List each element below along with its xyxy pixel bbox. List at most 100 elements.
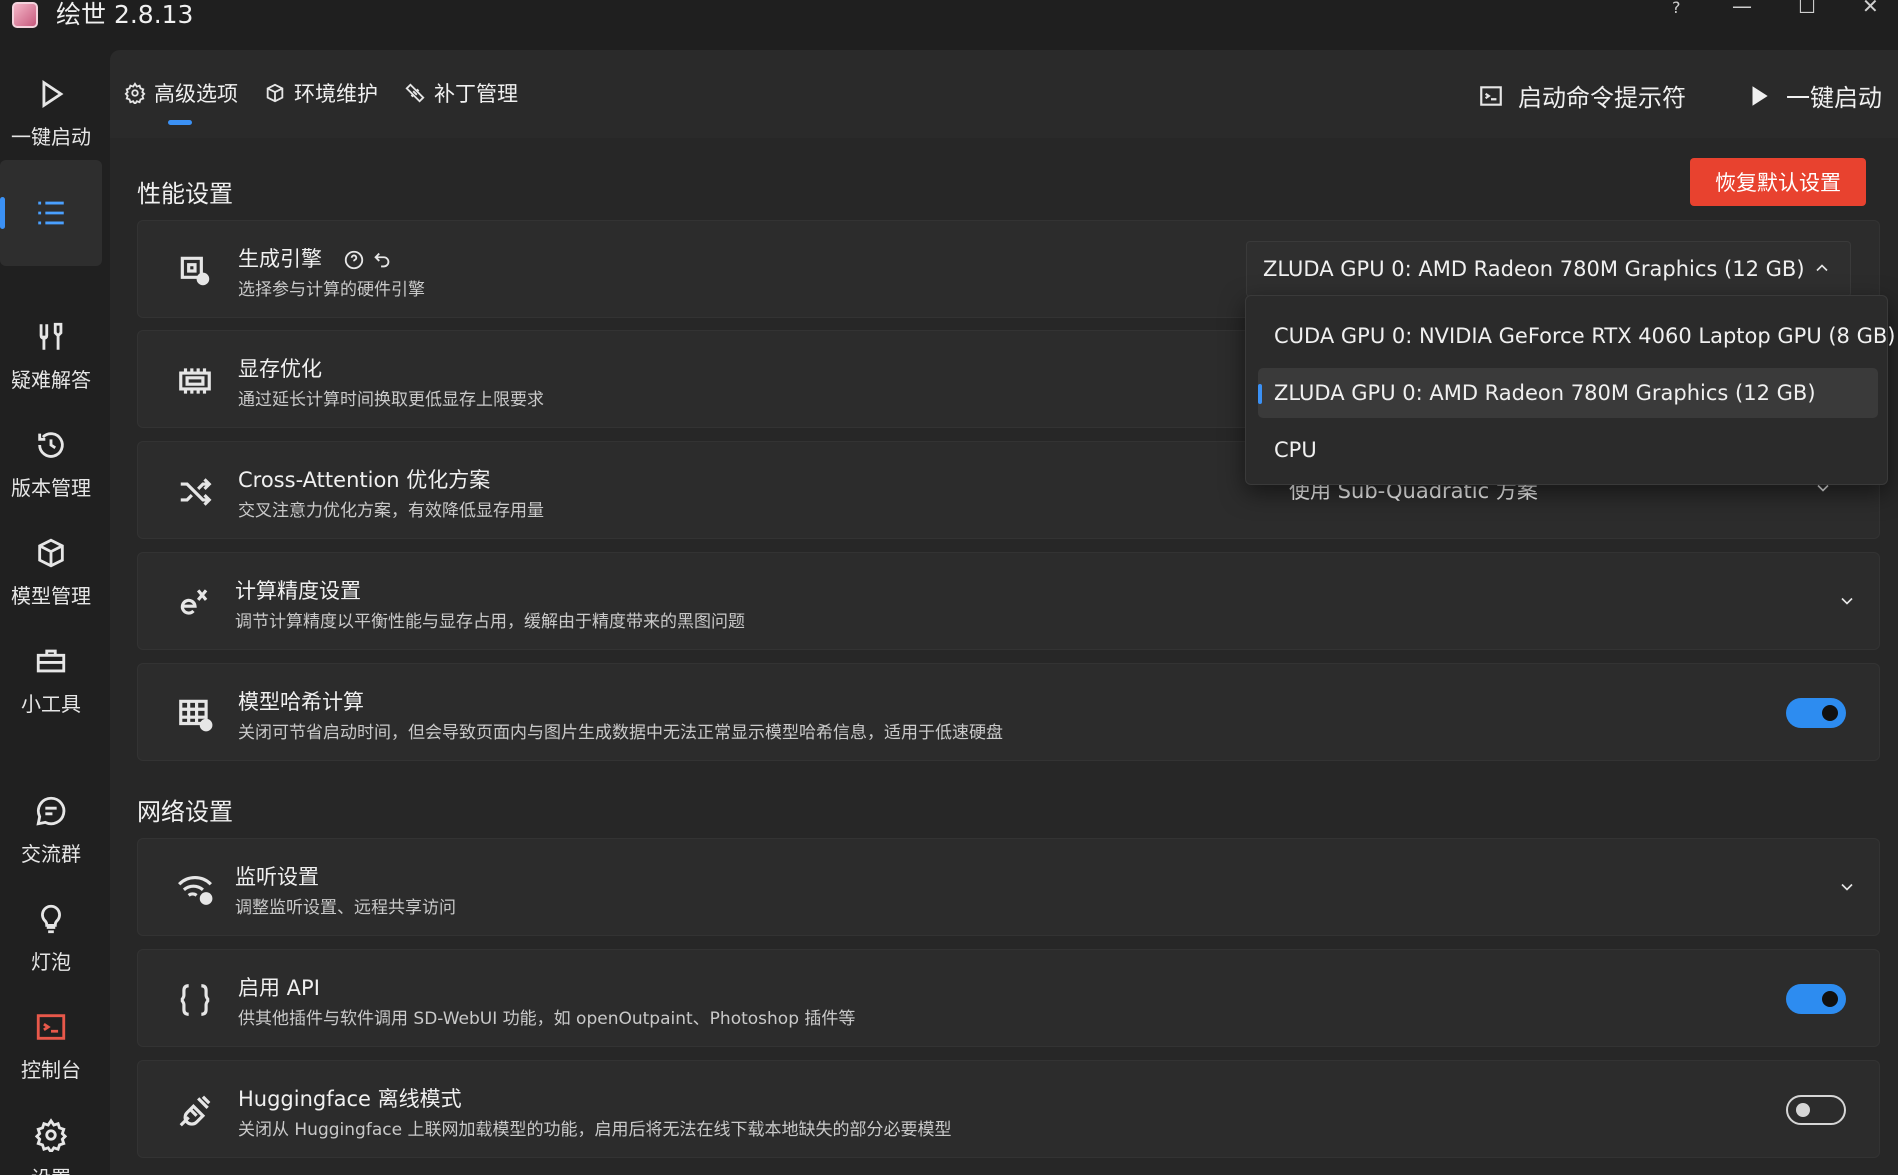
reset-defaults-button[interactable]: 恢复默认设置 [1690, 158, 1866, 206]
patch-icon [405, 83, 425, 103]
card-desc: 关闭从 Huggingface 上联网加载模型的功能，启用后将无法在线下载本地缺… [238, 1120, 952, 1140]
sidebar: 一键启动 疑难解答 版本管理 模型管理 小工具 交流群 灯泡 控制台 设置 [0, 50, 110, 1175]
tab-label: 环境维护 [294, 82, 378, 106]
help-icon[interactable]: ? [1672, 0, 1681, 17]
engine-dropdown: CUDA GPU 0: NVIDIA GeForce RTX 4060 Lapt… [1245, 295, 1895, 485]
dropdown-option[interactable]: CPU [1258, 425, 1878, 475]
sidebar-item-versions[interactable]: 版本管理 [0, 411, 102, 517]
card-title: Cross-Attention 优化方案 [238, 468, 491, 492]
sidebar-item-label: 一键启动 [11, 124, 91, 149]
sidebar-item-console[interactable]: 控制台 [0, 993, 102, 1099]
card-api: 启用 API 供其他插件与软件调用 SD-WebUI 功能，如 openOutp… [137, 949, 1880, 1047]
memory-icon [176, 362, 214, 400]
engine-select[interactable]: ZLUDA GPU 0: AMD Radeon 780M Graphics (1… [1246, 241, 1851, 297]
tools-icon [39, 322, 63, 350]
table-icon [176, 695, 214, 733]
toolbox-icon [36, 649, 66, 672]
section-title-performance: 性能设置 [137, 180, 233, 208]
wifi-settings-icon [176, 870, 214, 908]
sidebar-item-label: 交流群 [21, 841, 81, 866]
sidebar-item-label: 灯泡 [31, 949, 71, 974]
top-nav: 高级选项 环境维护 补丁管理 启动命令提示符 一键启动 [110, 50, 1898, 138]
sidebar-item-tools[interactable]: 小工具 [0, 627, 102, 733]
sidebar-item-settings[interactable]: 设置 [0, 1101, 102, 1175]
card-title-text: 生成引擎 [238, 247, 322, 271]
sidebar-item-label: 控制台 [21, 1057, 81, 1082]
play-icon [42, 79, 64, 108]
braces-icon [176, 981, 214, 1019]
shuffle-icon [176, 473, 214, 511]
sidebar-item-label: 模型管理 [11, 583, 91, 608]
close-button[interactable]: ✕ [1862, 0, 1879, 18]
chevron-down-icon[interactable] [1837, 591, 1857, 611]
sidebar-item-label: 设置 [31, 1162, 71, 1175]
card-title: 模型哈希计算 [238, 690, 364, 714]
hf-offline-toggle[interactable] [1786, 1095, 1846, 1125]
card-desc: 选择参与计算的硬件引擎 [238, 280, 425, 300]
launch-label: 一键启动 [1786, 84, 1882, 112]
bulb-icon [41, 904, 61, 933]
package-icon [266, 83, 284, 103]
toggle-knob [1822, 991, 1838, 1007]
open-console-label: 启动命令提示符 [1518, 84, 1686, 112]
api-toggle[interactable] [1786, 984, 1846, 1014]
section-title-network: 网络设置 [137, 798, 233, 826]
app-logo [12, 2, 38, 28]
card-desc: 调节计算精度以平衡性能与显存占用，缓解由于精度带来的黑图问题 [235, 612, 745, 632]
chevron-up-icon [1812, 258, 1832, 278]
list-icon [38, 201, 64, 225]
play-icon [1752, 85, 1768, 106]
maximize-button[interactable]: ☐ [1798, 0, 1816, 18]
card-precision[interactable]: 计算精度设置 调节计算精度以平衡性能与显存占用，缓解由于精度带来的黑图问题 [137, 552, 1880, 650]
engine-icon [176, 252, 214, 290]
card-hash: 模型哈希计算 关闭可节省启动时间，但会导致页面内与图片生成数据中无法正常显示模型… [137, 663, 1880, 761]
plug-off-icon [176, 1092, 214, 1130]
history-icon [38, 431, 64, 458]
card-title: 启用 API [238, 976, 320, 1000]
chat-icon [36, 796, 66, 826]
active-tab-indicator [168, 120, 192, 125]
sidebar-item-launch[interactable]: 一键启动 [0, 60, 102, 166]
card-desc: 关闭可节省启动时间，但会导致页面内与图片生成数据中无法正常显示模型哈希信息，适用… [238, 723, 1003, 743]
dropdown-option[interactable]: CUDA GPU 0: NVIDIA GeForce RTX 4060 Lapt… [1258, 311, 1895, 361]
card-title: Huggingface 离线模式 [238, 1087, 462, 1111]
tab-label: 补丁管理 [434, 82, 518, 106]
card-desc: 通过延长计算时间换取更低显存上限要求 [238, 390, 544, 410]
title-bar: 绘世 2.8.13 ? — ☐ ✕ [0, 0, 1898, 50]
cube-icon [38, 538, 64, 567]
exponent-icon [176, 584, 214, 622]
tab-patches[interactable]: 补丁管理 [404, 78, 518, 108]
sidebar-item-bulb[interactable]: 灯泡 [0, 885, 102, 991]
gear-icon [34, 1117, 68, 1152]
chevron-down-icon[interactable] [1837, 877, 1857, 897]
card-desc: 交叉注意力优化方案，有效降低显存用量 [238, 501, 544, 521]
tab-environment[interactable]: 环境维护 [264, 78, 378, 108]
terminal-icon [1480, 85, 1502, 106]
card-title: 生成引擎 [238, 243, 393, 273]
hash-toggle[interactable] [1786, 698, 1846, 728]
sidebar-item-label: 小工具 [21, 691, 81, 716]
card-desc: 供其他插件与软件调用 SD-WebUI 功能，如 openOutpaint、Ph… [238, 1009, 856, 1029]
sidebar-item-label: 疑难解答 [11, 367, 91, 392]
help-icon[interactable] [343, 249, 365, 271]
sidebar-item-troubleshoot[interactable]: 疑难解答 [0, 303, 102, 409]
sidebar-item-community[interactable]: 交流群 [0, 777, 102, 883]
card-title: 监听设置 [235, 865, 319, 889]
main-panel: 高级选项 环境维护 补丁管理 启动命令提示符 一键启动 性能设置 恢复默认设置 … [110, 50, 1898, 1175]
open-console-button[interactable]: 启动命令提示符 [1478, 78, 1686, 113]
undo-icon[interactable] [371, 249, 393, 271]
toggle-knob [1822, 705, 1838, 721]
app-title: 绘世 2.8.13 [56, 0, 194, 29]
sidebar-item-models[interactable]: 模型管理 [0, 519, 102, 625]
engine-select-value: ZLUDA GPU 0: AMD Radeon 780M Graphics (1… [1263, 257, 1805, 281]
tab-advanced[interactable]: 高级选项 [124, 78, 238, 108]
minimize-button[interactable]: — [1732, 0, 1752, 18]
launch-button[interactable]: 一键启动 [1746, 78, 1882, 113]
sidebar-item-advanced[interactable] [0, 160, 102, 266]
card-title: 显存优化 [238, 357, 322, 381]
card-listen[interactable]: 监听设置 调整监听设置、远程共享访问 [137, 838, 1880, 936]
toggle-knob [1796, 1103, 1810, 1117]
card-desc: 调整监听设置、远程共享访问 [235, 898, 456, 918]
dropdown-option-selected[interactable]: ZLUDA GPU 0: AMD Radeon 780M Graphics (1… [1258, 368, 1878, 418]
card-title: 计算精度设置 [235, 579, 361, 603]
